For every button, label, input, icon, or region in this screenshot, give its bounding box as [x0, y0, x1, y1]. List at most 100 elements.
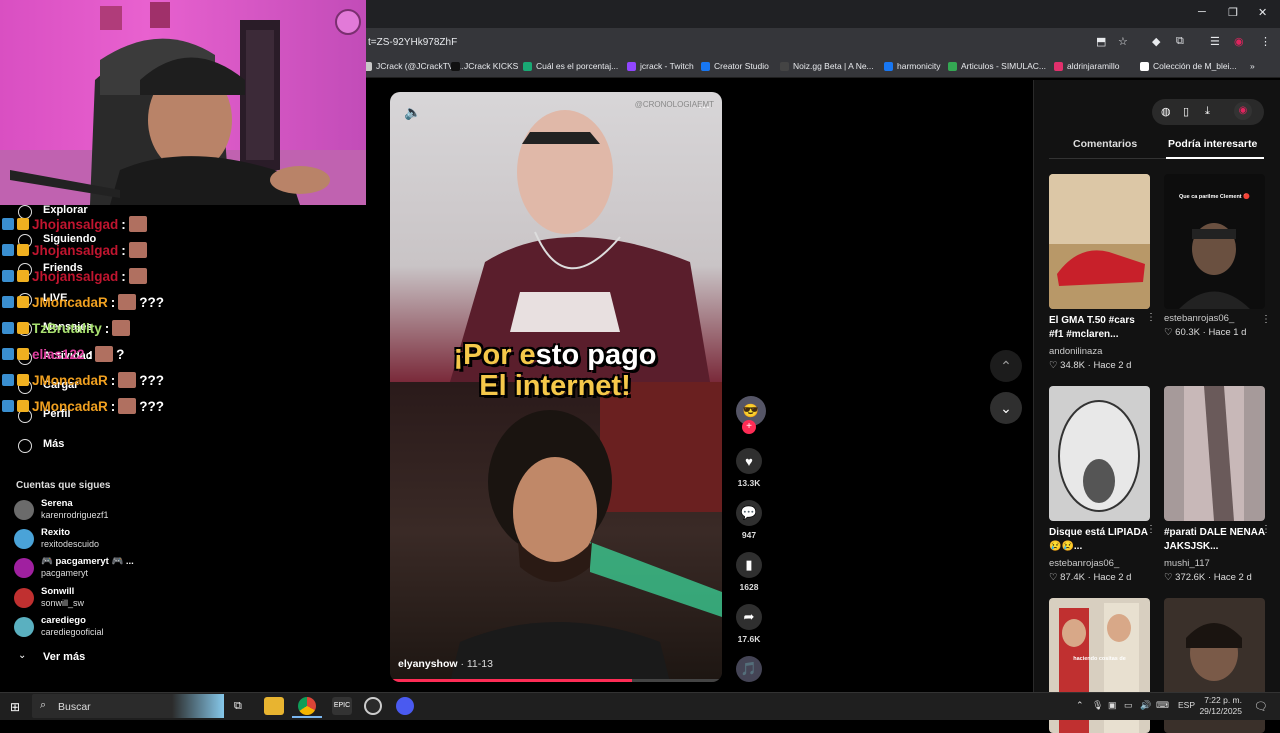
chat-separator: : [121, 242, 126, 258]
more-options-icon[interactable]: ⋮ [1146, 312, 1156, 323]
extensions-icon[interactable]: ⧉ [1176, 35, 1184, 48]
url-text[interactable]: t=ZS-92YHk978ZhF [368, 37, 457, 48]
more-options-icon[interactable]: ⋮ [1146, 524, 1156, 535]
star-icon[interactable]: ☆ [1118, 35, 1128, 48]
like-button[interactable]: ♥ 13.3K [736, 448, 762, 488]
language-indicator[interactable]: ESP [1178, 700, 1195, 710]
bookmark-label: Cuál es el porcentaj... [536, 61, 619, 71]
profile-icon[interactable]: ◉ [1234, 35, 1244, 48]
followed-account[interactable]: Serena karenrodriguezf1 [14, 498, 174, 524]
volume-icon[interactable]: 🔈 [404, 104, 421, 121]
speed-icon[interactable]: ◍ [1161, 105, 1171, 118]
recommended-video-card[interactable]: Disque está LIPIADA 😢😢... ⋮ estebanrojas06… [1049, 386, 1156, 583]
avatar [14, 529, 34, 549]
minimize-icon[interactable]: ─ [1198, 6, 1206, 18]
card-title[interactable]: Disque está LIPIADA 😢😢... [1049, 526, 1150, 554]
bookmark-item[interactable]: JCrack KICKS [451, 61, 518, 71]
app-circle-icon[interactable] [364, 697, 382, 715]
bookmark-item[interactable]: aldrinjaramillo [1054, 61, 1119, 71]
profile-icon[interactable]: ◉ [1234, 102, 1252, 120]
keyboard-icon[interactable]: ⌨ [1156, 700, 1169, 711]
card-title[interactable]: #parati DALE NENAA JAKSJSK... [1164, 526, 1265, 554]
share-count: 17.6K [737, 634, 761, 644]
restore-icon[interactable]: ❐ [1228, 6, 1238, 19]
recommended-video-card[interactable]: El GMA T.50 #cars #f1 #mclaren... ⋮ andoni… [1049, 174, 1156, 371]
mobile-icon[interactable]: ▯ [1183, 105, 1189, 118]
chat-emote [128, 268, 147, 284]
prime-badge-icon [2, 296, 14, 308]
next-video-button[interactable]: ⌄ [990, 392, 1022, 424]
followed-account[interactable]: Sonwill sonwill_sw [14, 586, 174, 612]
install-app-icon[interactable]: ⬒ [1096, 35, 1106, 48]
bookmark-item[interactable]: Colección de M_blei... [1140, 61, 1237, 71]
more-options-icon[interactable]: ⋮ [1261, 314, 1271, 325]
close-icon[interactable]: ✕ [1258, 6, 1267, 19]
card-author[interactable]: andonilinaza [1049, 346, 1150, 357]
display-icon[interactable]: ▭ [1124, 700, 1133, 711]
taskbar-clock[interactable]: 7:22 p. m. 29/12/2025 [1198, 695, 1242, 717]
sidebar-item-8[interactable]: Más [43, 438, 64, 450]
previous-video-button[interactable]: ⌃ [990, 350, 1022, 382]
tray-chevron-icon[interactable]: ⌃ [1076, 700, 1084, 711]
video-thumbnail[interactable] [1049, 386, 1150, 521]
save-button[interactable]: ▮ 1628 [736, 552, 762, 592]
task-view-icon[interactable]: ⧉ [234, 700, 242, 713]
video-author[interactable]: elyanyshow · 11-13 [398, 658, 493, 670]
share-button[interactable]: ➦ 17.6K [736, 604, 762, 644]
extension-diamond-icon[interactable]: ◆ [1152, 35, 1160, 48]
bookmark-item[interactable]: JCrack (@JCrackTV)... [363, 61, 464, 71]
webcam-overlay [0, 0, 366, 205]
more-icon [18, 439, 32, 453]
follow-plus-icon[interactable]: + [742, 420, 756, 434]
video-thumbnail[interactable] [1164, 386, 1265, 521]
video-player[interactable]: @CRONOLOGIAEMT 🔈 ⋯ ¡Por esto pago El inte… [390, 92, 722, 682]
video-bottom-frame [390, 382, 722, 682]
epic-games-icon[interactable]: EPIC [332, 697, 352, 715]
see-more-link[interactable]: Ver más [43, 651, 85, 663]
bookmark-item[interactable]: Creator Studio [701, 61, 769, 71]
video-thumbnail[interactable]: Que ca parilme Clement 🔴 [1164, 174, 1265, 309]
bookmark-item[interactable]: harmonicity [884, 61, 940, 71]
chat-text: ??? [139, 398, 165, 414]
more-bookmarks-icon[interactable]: » [1250, 61, 1255, 71]
bookmark-item[interactable]: jcrack - Twitch [627, 61, 694, 71]
more-options-icon[interactable]: ⋯ [698, 100, 710, 114]
card-author[interactable]: estebanrojas06_ [1164, 313, 1265, 324]
followed-account[interactable]: 🎮 pacgameryt 🎮 ... pacgameryt [14, 556, 174, 582]
chat-separator: : [110, 398, 116, 414]
creator-avatar[interactable]: 😎 + [736, 396, 766, 434]
followed-account[interactable]: carediego carediegooficial [14, 615, 174, 641]
tab-recommended[interactable]: Podría interesarte [1168, 138, 1257, 150]
windows-start-icon[interactable]: ⊞ [10, 700, 20, 714]
microphone-icon[interactable]: 🎙 [1092, 700, 1103, 711]
bookmark-item[interactable]: Cuál es el porcentaj... [523, 61, 618, 71]
sound-avatar[interactable]: 🎵 [736, 656, 762, 682]
notifications-icon[interactable]: 🗨 [1254, 700, 1268, 713]
video-progress-bar[interactable] [390, 679, 722, 682]
discord-icon[interactable] [396, 697, 414, 715]
video-thumbnail[interactable] [1049, 174, 1150, 309]
download-icon[interactable]: ⤓ [1205, 105, 1210, 118]
menu-dots-icon[interactable]: ⋮ [1260, 35, 1271, 48]
more-options-icon[interactable]: ⋮ [1261, 524, 1271, 535]
search-highlight-image [172, 694, 224, 718]
recommended-video-card[interactable]: #parati DALE NENAA JAKSJSK... ⋮ mushi_117 ♡… [1164, 386, 1271, 583]
comment-button[interactable]: 💬 947 [736, 500, 762, 540]
tray-app-icon[interactable]: ▣ [1108, 700, 1117, 711]
followed-account[interactable]: Rexito rexitodescuido [14, 527, 174, 553]
tab-comments[interactable]: Comentarios [1073, 138, 1137, 150]
chat-emote [118, 294, 137, 310]
card-author[interactable]: estebanrojas06_ [1049, 558, 1150, 569]
card-title[interactable]: El GMA T.50 #cars #f1 #mclaren... [1049, 314, 1150, 342]
file-explorer-icon[interactable] [264, 697, 284, 715]
card-time: Hace 2 d [1093, 360, 1132, 371]
volume-icon[interactable]: 🔊 [1140, 700, 1151, 711]
bookmark-item[interactable]: Articulos - SIMULAC... [948, 61, 1046, 71]
bookmark-item[interactable]: Noiz.gg Beta | A Ne... [780, 61, 874, 71]
sub-badge-icon [17, 374, 29, 386]
recommended-video-card[interactable]: Que ca parilme Clement 🔴 ⋮ estebanrojas06_… [1164, 174, 1271, 338]
card-author[interactable]: mushi_117 [1164, 558, 1265, 569]
chrome-icon[interactable] [298, 697, 316, 715]
card-likes: 87.4K [1060, 572, 1085, 583]
tab-search-icon[interactable]: ☰ [1210, 35, 1220, 48]
